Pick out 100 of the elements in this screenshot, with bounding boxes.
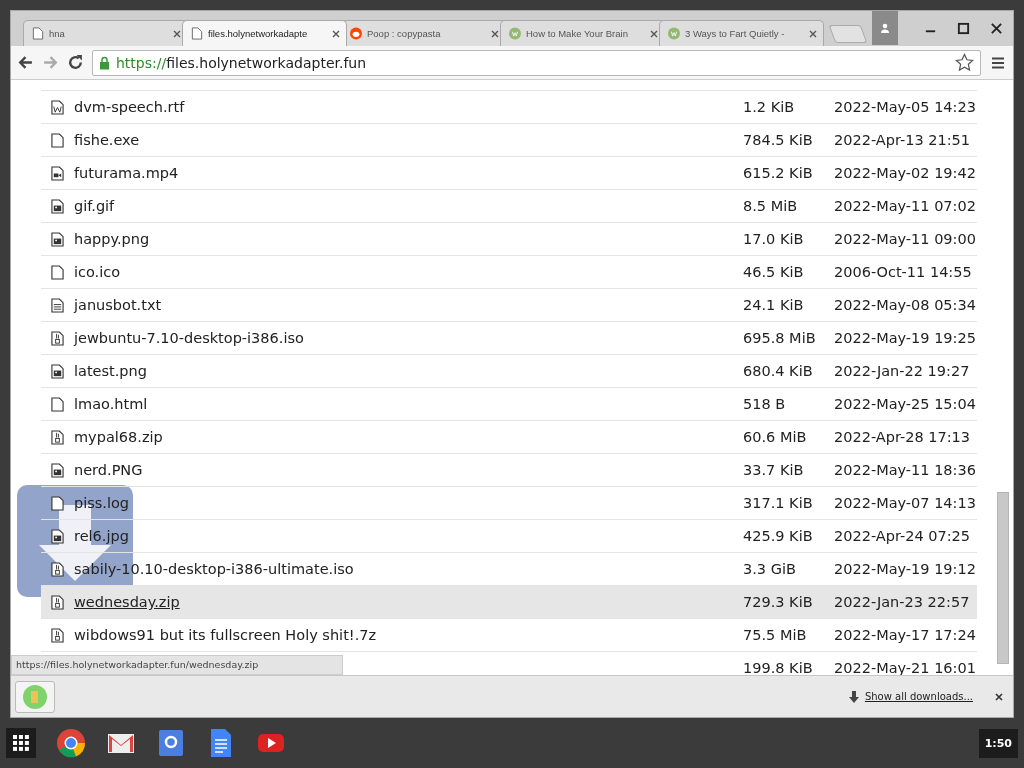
zip-file-icon <box>51 561 64 577</box>
zip-file-icon <box>51 429 64 445</box>
file-size: 60.6 MiB <box>743 429 808 445</box>
file-date: 2022-May-19 19:25 <box>834 330 977 346</box>
star-icon[interactable] <box>955 53 974 72</box>
file-size: 75.5 MiB <box>743 627 808 643</box>
address-bar[interactable]: https://files.holynetworkadapter.fun <box>92 49 981 76</box>
image-file-icon <box>51 363 64 379</box>
file-icon <box>51 396 64 412</box>
lock-icon <box>99 55 110 70</box>
file-link[interactable]: piss.log <box>74 495 130 511</box>
back-icon[interactable] <box>17 54 34 71</box>
video-file-icon <box>51 165 64 181</box>
file-size: 24.1 KiB <box>743 297 805 313</box>
file-date: 2022-Jan-23 22:57 <box>834 594 971 610</box>
browser-tab[interactable]: 3 Ways to Fart Quietly - <box>659 20 824 46</box>
file-date: 2022-Jan-22 19:27 <box>834 363 971 379</box>
url-text: https://files.holynetworkadapter.fun <box>116 54 368 71</box>
image-file-icon <box>51 528 64 544</box>
file-link[interactable]: nerd.PNG <box>74 462 143 478</box>
file-date: 2022-May-19 19:12 <box>834 561 977 577</box>
image-file-icon <box>51 462 64 478</box>
file-link[interactable]: wednesday.zip <box>74 594 180 610</box>
word-file-icon <box>51 99 64 115</box>
file-link[interactable]: wibdows91 but its fullscreen Holy shit!.7z <box>74 627 377 643</box>
search-app-icon[interactable] <box>156 728 186 758</box>
file-size: 695.8 MiB <box>743 330 817 346</box>
close-icon[interactable] <box>650 29 658 38</box>
download-icon <box>848 690 859 703</box>
user-button[interactable] <box>872 11 898 45</box>
file-link[interactable]: latest.png <box>74 363 147 379</box>
file-date: 2022-May-02 19:42 <box>834 165 977 181</box>
file-link[interactable]: mypal68.zip <box>74 429 163 445</box>
file-size: 3.3 GiB <box>743 561 797 577</box>
file-size: 729.3 KiB <box>743 594 814 610</box>
file-date: 2022-May-17 17:24 <box>834 627 977 643</box>
browser-tab[interactable]: files.holynetworkadapte <box>182 20 347 46</box>
browser-app-icon[interactable] <box>56 728 86 758</box>
file-date: 2022-Apr-28 17:13 <box>834 429 972 445</box>
menu-icon[interactable] <box>991 55 1005 70</box>
file-row[interactable]: wednesday.zip 729.3 KiB 2022-Jan-23 22:57 <box>41 586 977 619</box>
text-file-icon <box>51 297 64 313</box>
file-date: 2022-May-05 14:23 <box>834 99 977 115</box>
grid-icon <box>13 735 29 751</box>
file-link[interactable]: dvm-speech.rtf <box>74 99 185 115</box>
file-size: 784.5 KiB <box>743 132 814 148</box>
file-date: 2022-May-11 09:00 <box>834 231 977 247</box>
file-size: 518 B <box>743 396 787 412</box>
file-link[interactable]: futurama.mp4 <box>74 165 179 181</box>
file-icon <box>51 495 64 511</box>
file-size: 615.2 KiB <box>743 165 814 181</box>
file-date: 2022-May-25 15:04 <box>834 396 977 412</box>
file-link[interactable]: janusbot.txt <box>74 297 162 313</box>
file-icon <box>51 264 64 280</box>
close-icon[interactable] <box>990 22 1003 35</box>
clock[interactable]: 1:50 <box>978 728 1018 758</box>
file-link[interactable]: lmao.html <box>74 396 148 412</box>
file-date: 2022-May-07 14:13 <box>834 495 977 511</box>
file-link[interactable]: jewbuntu-7.10-desktop-i386.iso <box>74 330 304 346</box>
file-icon <box>51 132 64 148</box>
page-icon <box>32 27 44 40</box>
file-date: 2022-May-08 05:34 <box>834 297 977 313</box>
maximize-icon[interactable] <box>957 22 970 35</box>
file-date: 2022-May-11 07:02 <box>834 198 977 214</box>
file-link[interactable]: fishe.exe <box>74 132 140 148</box>
image-file-icon <box>51 198 64 214</box>
close-icon[interactable] <box>332 29 340 38</box>
file-size: 425.9 KiB <box>743 528 814 544</box>
close-icon[interactable] <box>809 29 817 38</box>
file-size: 8.5 MiB <box>743 198 799 214</box>
reload-icon[interactable] <box>67 54 84 71</box>
zip-file-icon <box>51 330 64 346</box>
file-link[interactable]: gif.gif <box>74 198 115 214</box>
file-date: 2022-May-11 18:36 <box>834 462 977 478</box>
person-icon <box>880 23 890 33</box>
file-link[interactable]: sabily-10.10-desktop-i386-ultimate.iso <box>74 561 354 577</box>
zip-file-icon <box>51 627 64 643</box>
file-date: 2022-Apr-24 07:25 <box>834 528 972 544</box>
show-all-downloads-link[interactable]: Show all downloads... <box>864 691 973 702</box>
file-size: 46.5 KiB <box>743 264 805 280</box>
file-size: 317.1 KiB <box>743 495 814 511</box>
file-size: 680.4 KiB <box>743 363 814 379</box>
scrollbar-thumb[interactable] <box>997 492 1009 664</box>
app-launcher-button[interactable] <box>6 728 36 758</box>
close-icon[interactable] <box>491 29 499 38</box>
close-icon[interactable] <box>173 29 181 38</box>
file-date: 2022-Apr-13 21:51 <box>834 132 972 148</box>
file-size: 199.8 KiB <box>743 660 814 675</box>
file-size: 33.7 KiB <box>743 462 805 478</box>
file-link[interactable]: ico.ico <box>74 264 121 280</box>
close-icon[interactable] <box>995 692 1003 701</box>
progress-icon <box>22 683 48 710</box>
image-file-icon <box>51 231 64 247</box>
status-bubble: https://files.holynetworkadapter.fun/wednesday.zip <box>11 655 343 675</box>
file-link[interactable]: rel6.jpg <box>74 528 129 544</box>
file-link[interactable]: happy.png <box>74 231 150 247</box>
zip-file-icon <box>51 594 64 610</box>
file-size: 17.0 KiB <box>743 231 805 247</box>
page-icon <box>191 27 203 40</box>
file-size: 1.2 KiB <box>743 99 796 115</box>
